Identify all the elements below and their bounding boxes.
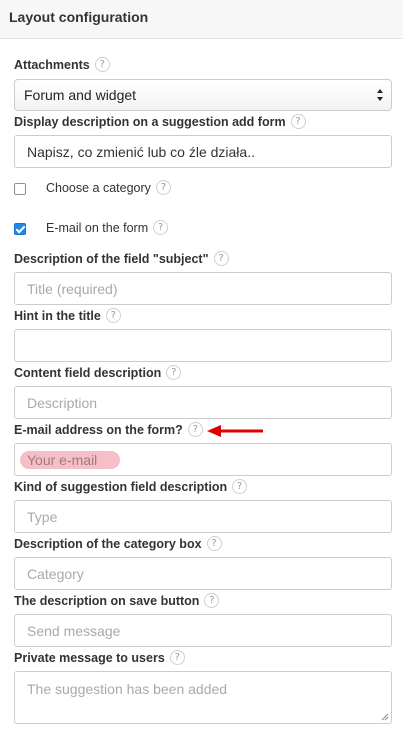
attachments-label: Attachments ? (14, 57, 110, 72)
private-message-placeholder: The suggestion has been added (27, 681, 228, 697)
help-icon[interactable]: ? (169, 650, 185, 665)
help-icon[interactable]: ? (187, 422, 203, 437)
category-box-label: Description of the category box ? (14, 536, 222, 551)
save-button-description-label: The description on save button ? (14, 593, 220, 608)
kind-description-label-text: Kind of suggestion field description (14, 479, 228, 494)
save-button-description-input[interactable]: Send message (14, 614, 392, 647)
email-on-form-checkbox[interactable] (14, 223, 26, 235)
email-on-form-label: E-mail on the form ? (46, 220, 169, 235)
help-icon[interactable]: ? (232, 479, 248, 494)
email-address-label: E-mail address on the form? ? (14, 422, 203, 437)
content-description-input[interactable]: Description (14, 386, 392, 419)
help-icon[interactable]: ? (290, 114, 306, 129)
hint-title-input[interactable] (14, 329, 392, 362)
email-address-placeholder: Your e-mail (27, 452, 98, 468)
panel-header: Layout configuration (0, 0, 403, 39)
panel-title: Layout configuration (9, 9, 149, 25)
save-button-description-label-text: The description on save button (14, 593, 200, 608)
subject-description-label-text: Description of the field "subject" (14, 251, 209, 266)
email-address-label-text: E-mail address on the form? (14, 422, 183, 437)
choose-category-checkbox[interactable] (14, 183, 26, 195)
select-arrows-icon (377, 89, 383, 101)
kind-description-label: Kind of suggestion field description ? (14, 479, 248, 494)
subject-description-placeholder: Title (required) (27, 280, 118, 297)
choose-category-label-text: Choose a category (46, 180, 151, 195)
help-icon[interactable]: ? (155, 180, 171, 195)
hint-title-label: Hint in the title ? (14, 308, 121, 323)
help-icon[interactable]: ? (94, 57, 110, 72)
category-box-label-text: Description of the category box (14, 536, 202, 551)
annotation-arrow-icon (207, 425, 263, 437)
display-description-label: Display description on a suggestion add … (14, 114, 306, 129)
content-description-label: Content field description ? (14, 365, 182, 380)
kind-description-placeholder: Type (27, 508, 58, 525)
display-description-label-text: Display description on a suggestion add … (14, 114, 286, 129)
email-on-form-label-text: E-mail on the form (46, 220, 149, 235)
help-icon[interactable]: ? (213, 251, 229, 266)
display-description-value: Napisz, co zmienić lub co źle działa.. (27, 143, 255, 160)
private-message-textarea[interactable]: The suggestion has been added (14, 671, 392, 724)
private-message-label-text: Private message to users (14, 650, 165, 665)
kind-description-input[interactable]: Type (14, 500, 392, 533)
attachments-selected-value: Forum and widget (24, 87, 137, 103)
private-message-label: Private message to users ? (14, 650, 185, 665)
help-icon[interactable]: ? (105, 308, 121, 323)
choose-category-label: Choose a category ? (46, 180, 171, 195)
hint-title-label-text: Hint in the title (14, 308, 101, 323)
display-description-input[interactable]: Napisz, co zmienić lub co źle działa.. (14, 135, 392, 168)
subject-description-label: Description of the field "subject" ? (14, 251, 229, 266)
subject-description-input[interactable]: Title (required) (14, 272, 392, 305)
help-icon[interactable]: ? (166, 365, 182, 380)
help-icon[interactable]: ? (153, 220, 169, 235)
attachments-label-text: Attachments (14, 57, 90, 72)
help-icon[interactable]: ? (206, 536, 222, 551)
category-box-input[interactable]: Category (14, 557, 392, 590)
attachments-select[interactable]: Forum and widget (14, 79, 392, 111)
resize-grip-icon[interactable] (381, 713, 389, 721)
content-description-placeholder: Description (27, 394, 98, 411)
content-description-label-text: Content field description (14, 365, 162, 380)
save-button-description-placeholder: Send message (27, 622, 121, 639)
help-icon[interactable]: ? (204, 593, 220, 608)
category-box-placeholder: Category (27, 565, 84, 582)
